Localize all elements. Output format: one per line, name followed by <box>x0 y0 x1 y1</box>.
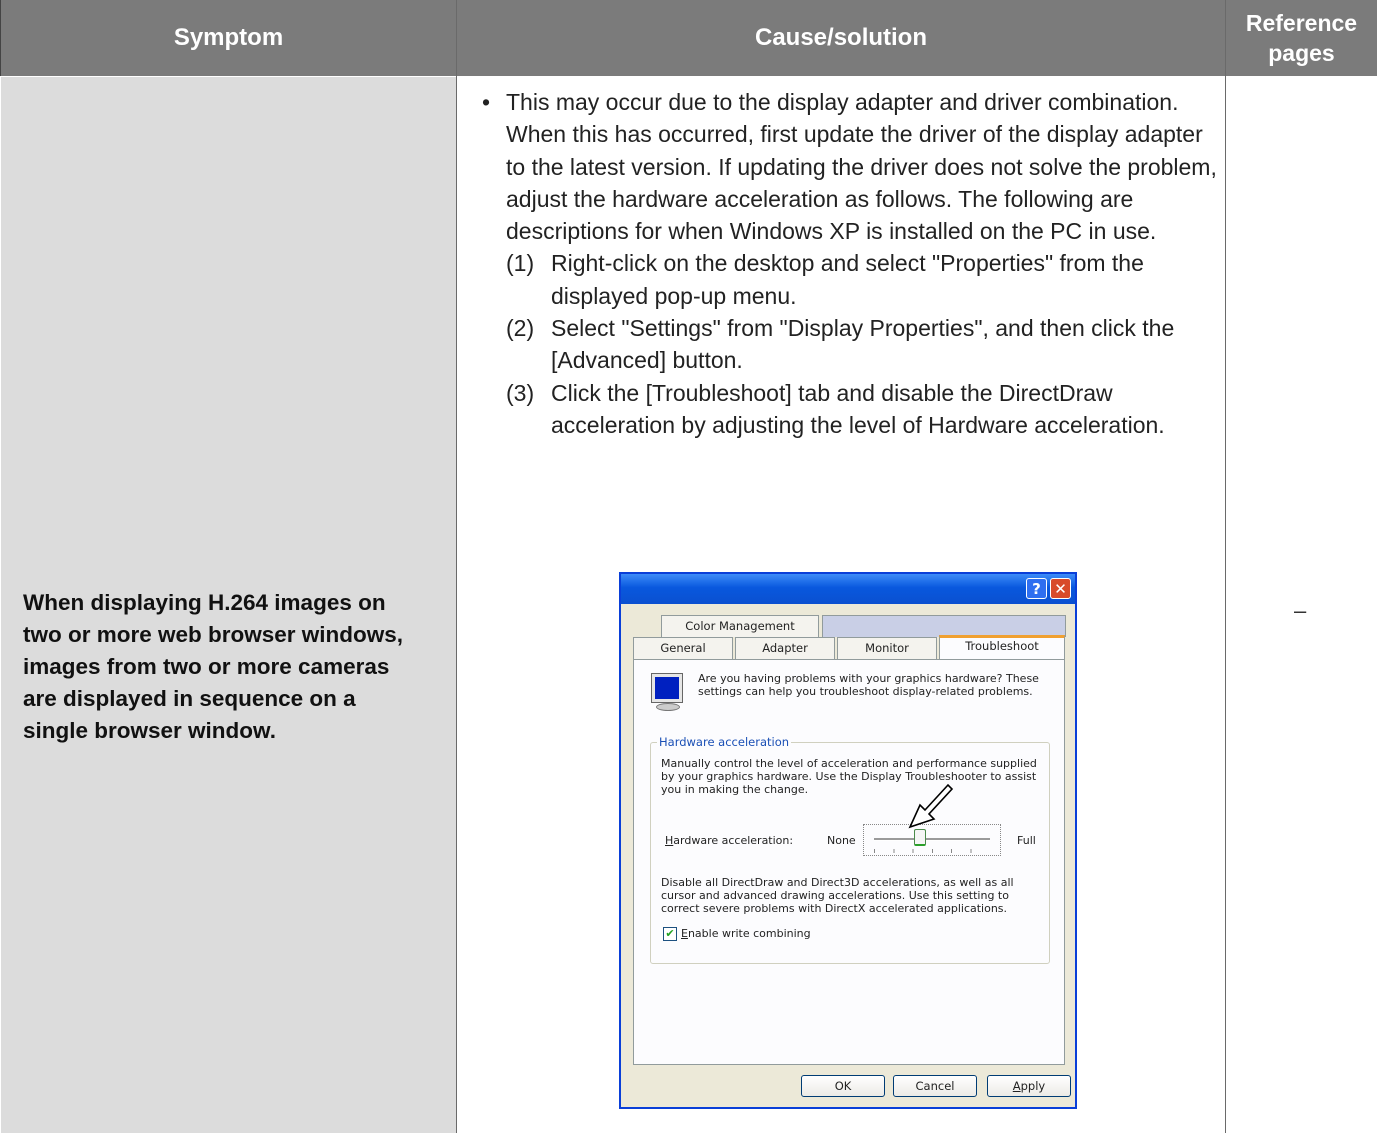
slider-thumb[interactable] <box>914 829 927 846</box>
write-combining-label: Enable write combining <box>681 927 811 940</box>
slider-min-label: None <box>827 834 856 847</box>
monitor-stand <box>656 703 680 711</box>
symptom-cell: When displaying H.264 images on two or m… <box>1 77 456 1133</box>
ok-button[interactable]: OK <box>801 1075 885 1097</box>
cause-solution-cell: This may occur due to the display adapte… <box>482 86 1217 441</box>
tab-troubleshoot[interactable]: Troubleshoot <box>939 635 1065 659</box>
header-reference-line1: Reference <box>1245 10 1358 36</box>
troubleshoot-panel: Are you having problems with your graphi… <box>633 659 1065 1065</box>
slider-max-label: Full <box>1017 834 1036 847</box>
tab-monitor[interactable]: Monitor <box>837 637 937 659</box>
troubleshooting-table: Symptom Cause/solution Reference pages W… <box>0 0 1377 1133</box>
slider-label: Hardware acceleration: <box>665 834 793 847</box>
step-number: (3) <box>506 379 535 406</box>
step-text: Right-click on the desktop and select "P… <box>551 250 1144 309</box>
apply-button[interactable]: Apply <box>987 1075 1071 1097</box>
tab-general[interactable]: General <box>633 637 733 659</box>
column-divider <box>456 0 457 1133</box>
step-text: Select "Settings" from "Display Properti… <box>551 315 1175 374</box>
step-item: (2) Select "Settings" from "Display Prop… <box>482 312 1217 377</box>
reference-value: – <box>1294 598 1307 623</box>
write-combining-checkbox[interactable]: ✔ <box>663 927 677 941</box>
checkbox-mnemonic: E <box>681 927 688 940</box>
slider-label-text: ardware acceleration: <box>673 834 794 847</box>
slider-ticks <box>874 849 990 853</box>
cancel-button[interactable]: Cancel <box>893 1075 977 1097</box>
step-text: Click the [Troubleshoot] tab and disable… <box>551 379 1165 438</box>
tab-color-management[interactable]: Color Management <box>661 615 819 637</box>
step-item: (1) Right-click on the desktop and selec… <box>482 247 1217 312</box>
header-symptom: Symptom <box>0 0 456 76</box>
checkbox-label-text: nable write combining <box>687 927 811 940</box>
step-number: (1) <box>506 250 535 277</box>
apply-mnemonic: A <box>1012 1079 1021 1093</box>
help-icon[interactable]: ? <box>1026 578 1047 599</box>
header-reference-pages: Reference pages <box>1226 0 1377 76</box>
group-description: Manually control the level of accelerati… <box>661 757 1037 796</box>
step-item: (3) Click the [Troubleshoot] tab and dis… <box>482 377 1217 442</box>
hardware-acceleration-group: Hardware acceleration Manually control t… <box>650 735 1050 964</box>
tab-adapter[interactable]: Adapter <box>735 637 835 659</box>
step-number: (2) <box>506 315 535 342</box>
hardware-acceleration-slider[interactable] <box>863 783 1001 856</box>
tab-blurred[interactable] <box>822 615 1066 637</box>
symptom-text: When displaying H.264 images on two or m… <box>23 590 404 743</box>
column-divider <box>1225 0 1226 1133</box>
header-reference-line2: pages <box>1268 40 1335 66</box>
advanced-properties-dialog: ? ✕ Color Management General Adapter Mon… <box>619 572 1077 1109</box>
pointer-arrow-icon <box>908 783 954 829</box>
level-description: Disable all DirectDraw and Direct3D acce… <box>661 876 1014 915</box>
troubleshoot-intro: Are you having problems with your graphi… <box>698 672 1039 698</box>
cause-bullet: This may occur due to the display adapte… <box>482 86 1217 247</box>
monitor-icon <box>652 674 682 702</box>
slider-track <box>874 838 990 841</box>
close-icon[interactable]: ✕ <box>1050 578 1071 599</box>
header-cause-solution: Cause/solution <box>457 0 1225 76</box>
apply-label: pply <box>1020 1079 1046 1093</box>
group-title: Hardware acceleration <box>657 735 792 749</box>
dialog-titlebar: ? ✕ <box>621 574 1075 604</box>
